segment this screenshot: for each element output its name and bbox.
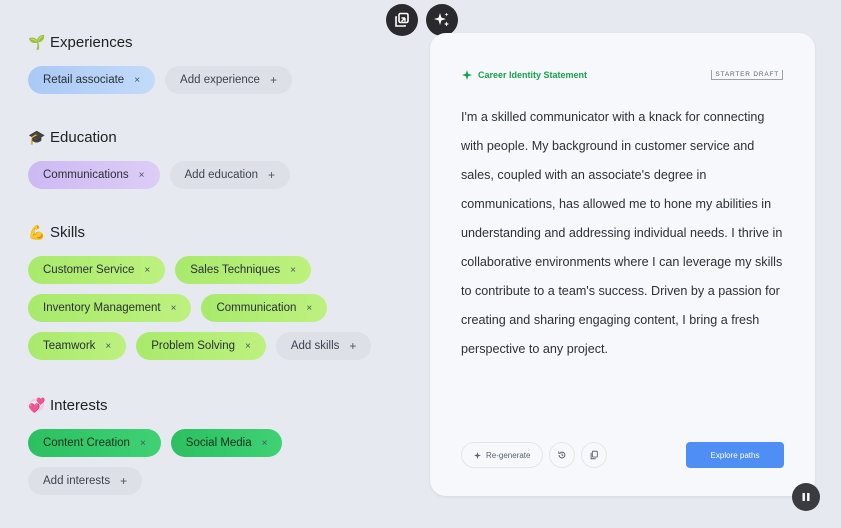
chip-label: Add interests: [43, 475, 111, 487]
sparkle-icon: [474, 451, 481, 459]
card-title: Career Identity Statement: [478, 70, 588, 80]
section-title: Skills: [50, 223, 86, 241]
chip-label: Inventory Management: [43, 302, 161, 314]
remove-icon[interactable]: ×: [134, 75, 140, 86]
section-title: Interests: [50, 396, 108, 414]
education-section: 🎓 Education Communications × Add educati…: [28, 127, 408, 189]
skill-chip[interactable]: Inventory Management ×: [28, 294, 192, 322]
remove-icon[interactable]: ×: [144, 265, 150, 276]
add-experience-button[interactable]: Add experience +: [165, 66, 292, 94]
chip-label: Content Creation: [43, 437, 130, 449]
skills-heading: 💪 Skills: [28, 222, 408, 242]
card-header: Career Identity Statement STARTER DRAFT: [462, 70, 783, 80]
regenerate-button[interactable]: Re-generate: [461, 442, 544, 468]
section-title: Education: [50, 128, 117, 146]
chip-label: Add skills: [290, 340, 340, 352]
experiences-section: 🌱 Experiences Retail associate × Add exp…: [28, 32, 408, 94]
experience-chip[interactable]: Retail associate ×: [28, 66, 156, 94]
add-skills-button[interactable]: Add skills +: [275, 332, 372, 360]
remove-icon[interactable]: ×: [262, 438, 268, 449]
graduation-cap-icon: 🎓: [28, 128, 46, 145]
section-title: Experiences: [50, 33, 133, 51]
plus-icon: +: [269, 73, 277, 87]
pause-icon: [802, 493, 810, 501]
chip-label: Customer Service: [43, 264, 135, 276]
skill-chip[interactable]: Sales Techniques ×: [175, 256, 312, 284]
sparkle-icon: [434, 12, 449, 27]
draft-tag: STARTER DRAFT: [711, 70, 783, 80]
regenerate-label: Re-generate: [486, 450, 531, 460]
card-label: Career Identity Statement: [462, 70, 587, 80]
chip-label: Communication: [216, 302, 297, 314]
pause-button[interactable]: [792, 483, 820, 511]
plus-icon: +: [268, 168, 276, 182]
remove-icon[interactable]: ×: [245, 341, 251, 352]
history-icon: [558, 451, 566, 459]
experiences-heading: 🌱 Experiences: [28, 32, 408, 52]
interest-chip[interactable]: Content Creation ×: [28, 429, 161, 457]
history-button[interactable]: [549, 442, 576, 468]
chip-label: Sales Techniques: [190, 264, 281, 276]
remove-icon[interactable]: ×: [140, 438, 146, 449]
experience-chips: Retail associate × Add experience +: [28, 66, 408, 94]
add-interests-button[interactable]: Add interests +: [28, 467, 143, 495]
chip-label: Teamwork: [43, 340, 96, 352]
hearts-icon: 💞: [28, 396, 46, 413]
ai-sparkle-button[interactable]: [426, 4, 458, 36]
add-education-button[interactable]: Add education +: [169, 161, 291, 189]
education-chip[interactable]: Communications ×: [28, 161, 160, 189]
interests-heading: 💞 Interests: [28, 395, 408, 415]
sparkle-icon: [462, 70, 472, 80]
card-actions: Re-generate Explore paths: [461, 442, 784, 468]
skill-chip[interactable]: Problem Solving ×: [136, 332, 266, 360]
interest-chip[interactable]: Social Media ×: [170, 429, 283, 457]
skill-chip[interactable]: Customer Service ×: [28, 256, 166, 284]
seedling-icon: 🌱: [28, 33, 46, 50]
education-chips: Communications × Add education +: [28, 161, 408, 189]
copy-icon: [591, 450, 599, 460]
interests-section: 💞 Interests Content Creation × Social Me…: [28, 395, 408, 495]
chip-label: Add experience: [180, 74, 260, 86]
chip-label: Retail associate: [43, 74, 125, 86]
remove-icon[interactable]: ×: [105, 341, 111, 352]
chip-label: Communications: [43, 169, 129, 181]
remove-icon[interactable]: ×: [306, 303, 312, 314]
skills-section: 💪 Skills Customer Service × Sales Techni…: [28, 222, 408, 360]
plus-icon: +: [120, 474, 128, 488]
remove-icon[interactable]: ×: [171, 303, 177, 314]
remove-icon[interactable]: ×: [290, 265, 296, 276]
explore-paths-button[interactable]: Explore paths: [686, 442, 784, 468]
education-heading: 🎓 Education: [28, 127, 408, 147]
skill-chips: Customer Service × Sales Techniques × In…: [28, 256, 398, 360]
chip-label: Social Media: [185, 437, 252, 449]
remove-icon[interactable]: ×: [139, 170, 145, 181]
skill-chip[interactable]: Teamwork ×: [28, 332, 127, 360]
skill-chip[interactable]: Communication ×: [201, 294, 328, 322]
identity-statement: I'm a skilled communicator with a knack …: [461, 110, 783, 356]
flexed-biceps-icon: 💪: [28, 223, 46, 240]
career-identity-card: Career Identity Statement STARTER DRAFT …: [430, 33, 815, 496]
plus-icon: +: [349, 339, 357, 353]
copy-text-button[interactable]: [581, 442, 608, 468]
interest-chips: Content Creation × Social Media × Add in…: [28, 429, 318, 495]
chip-label: Problem Solving: [151, 340, 235, 352]
chip-label: Add education: [184, 169, 259, 181]
copy-icon: [395, 12, 409, 27]
